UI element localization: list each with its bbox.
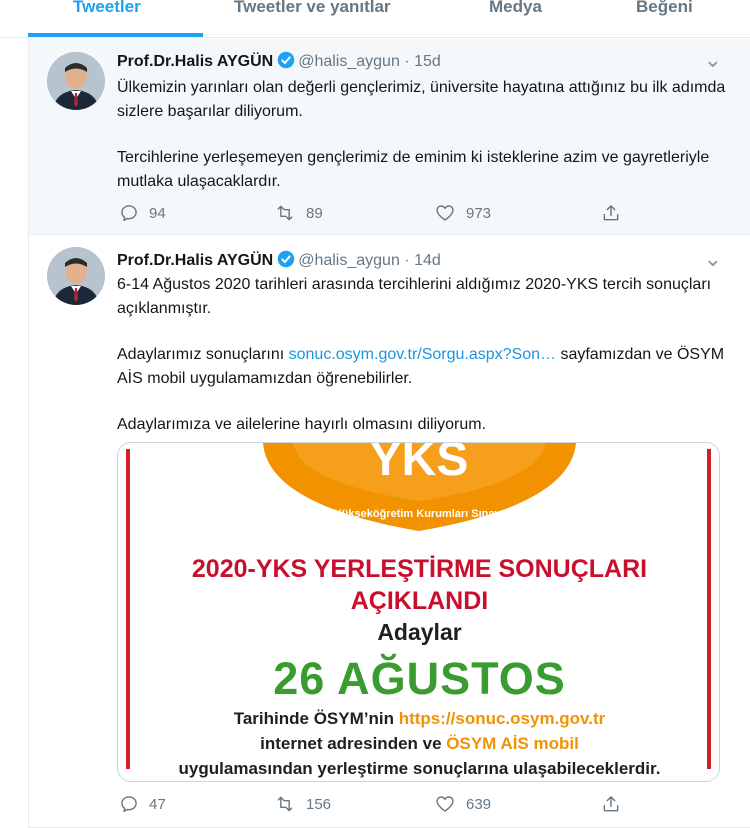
reply-button[interactable]: 94 <box>119 203 166 223</box>
yks-logo-text: YKS <box>370 443 469 486</box>
author-handle[interactable]: @halis_aygun <box>298 53 400 70</box>
avatar-image <box>47 247 105 305</box>
avatar[interactable] <box>47 52 105 110</box>
like-count: 973 <box>466 204 492 222</box>
verified-badge-icon <box>277 250 295 273</box>
tweet-time[interactable]: · 14d <box>404 252 440 269</box>
author-name[interactable]: Prof.Dr.Halis AYGÜN <box>117 252 273 269</box>
retweet-icon <box>277 205 293 221</box>
tab-likes[interactable]: Beğeni <box>636 0 693 17</box>
tweet[interactable]: Prof.Dr.Halis AYGÜN @halis_aygun · 14d ⌄ … <box>28 235 750 828</box>
retweet-count: 89 <box>306 204 323 222</box>
heart-icon <box>436 796 454 812</box>
yks-logo: YKS Yükseköğretim Kurumları Sınavı <box>263 443 576 531</box>
tweet-paragraph: 6-14 Ağustos 2020 tarihleri arasında ter… <box>117 276 712 317</box>
reply-icon <box>121 205 137 222</box>
like-button[interactable]: 973 <box>434 203 491 223</box>
active-tab-indicator <box>28 33 203 37</box>
share-icon <box>603 796 619 812</box>
author-handle[interactable]: @halis_aygun <box>298 252 400 269</box>
author-name[interactable]: Prof.Dr.Halis AYGÜN <box>117 53 273 70</box>
tab-tweets-and-replies[interactable]: Tweetler ve yanıtlar <box>234 0 391 17</box>
tweet-paragraph: Adaylarımız sonuçlarını sonuc.osym.gov.t… <box>117 343 727 391</box>
card-subtitle: Adaylar <box>377 619 462 645</box>
avatar[interactable] <box>47 247 105 305</box>
retweet-button[interactable]: 89 <box>274 203 323 223</box>
heart-icon <box>436 205 454 221</box>
tweet-header: Prof.Dr.Halis AYGÜN @halis_aygun · 14d <box>117 250 441 273</box>
card-info-app: ÖSYM AİS mobil <box>446 734 579 753</box>
card-info-line: Tarihinde ÖSYM’nin https://sonuc.osym.go… <box>118 709 719 729</box>
text-segment: Adaylarımız sonuçlarını <box>117 346 289 363</box>
share-button[interactable] <box>601 794 621 814</box>
reply-count: 94 <box>149 204 166 222</box>
tweet-actions: 47 156 639 <box>119 794 679 816</box>
reply-count: 47 <box>149 795 166 813</box>
reply-icon <box>121 796 137 813</box>
card-info-text: Tarihinde ÖSYM’nin <box>233 709 399 728</box>
retweet-icon <box>277 796 293 812</box>
share-icon <box>603 205 619 221</box>
like-button[interactable]: 639 <box>434 794 491 814</box>
chevron-down-icon[interactable]: ⌄ <box>704 246 722 272</box>
reply-button[interactable]: 47 <box>119 794 166 814</box>
tweet-paragraph: Ülkemizin yarınları olan değerli gençler… <box>117 79 726 120</box>
tweet[interactable]: Prof.Dr.Halis AYGÜN @halis_aygun · 15d ⌄ … <box>28 39 750 235</box>
like-count: 639 <box>466 795 492 813</box>
tweet-actions: 94 89 973 <box>119 203 679 225</box>
tab-media[interactable]: Medya <box>489 0 542 17</box>
tweet-text: Ülkemizin yarınları olan değerli gençler… <box>117 76 727 194</box>
card-title: 2020-YKS YERLEŞTİRME SONUÇLARI <box>191 555 648 583</box>
card-info-line: uygulamasından yerleştirme sonuçlarına u… <box>178 759 661 778</box>
tweet-paragraph: Tercihlerine yerleşemeyen gençlerimiz de… <box>117 149 710 190</box>
share-button[interactable] <box>601 203 621 223</box>
verified-badge-icon <box>277 51 295 74</box>
card-title: AÇIKLANDI <box>350 587 489 615</box>
tab-tweets[interactable]: Tweetler <box>73 0 141 17</box>
retweet-count: 156 <box>306 795 332 813</box>
avatar-image <box>47 52 105 110</box>
results-link[interactable]: sonuc.osym.gov.tr/Sorgu.aspx?Son… <box>289 346 556 363</box>
yks-logo-subtitle: Yükseköğretim Kurumları Sınavı <box>334 508 503 520</box>
tweet-time[interactable]: · 15d <box>404 53 440 70</box>
card-date: 26 AĞUSTOS <box>273 653 566 704</box>
tweet-media-image[interactable]: YKS Yükseköğretim Kurumları Sınavı 2020-… <box>117 442 720 782</box>
card-info-url: https://sonuc.osym.gov.tr <box>398 709 606 728</box>
chevron-down-icon[interactable]: ⌄ <box>704 47 722 73</box>
tweet-paragraph: Adaylarımıza ve ailelerine hayırlı olmas… <box>117 416 487 433</box>
card-info-text: internet adresinden ve <box>260 734 447 753</box>
retweet-button[interactable]: 156 <box>274 794 331 814</box>
card-info-line: internet adresinden ve ÖSYM AİS mobil <box>118 734 719 754</box>
profile-tabs: Tweetler Tweetler ve yanıtlar Medya Beğe… <box>0 0 750 38</box>
tweet-text: 6-14 Ağustos 2020 tarihleri arasında ter… <box>117 273 727 437</box>
tweet-header: Prof.Dr.Halis AYGÜN @halis_aygun · 15d <box>117 51 441 74</box>
